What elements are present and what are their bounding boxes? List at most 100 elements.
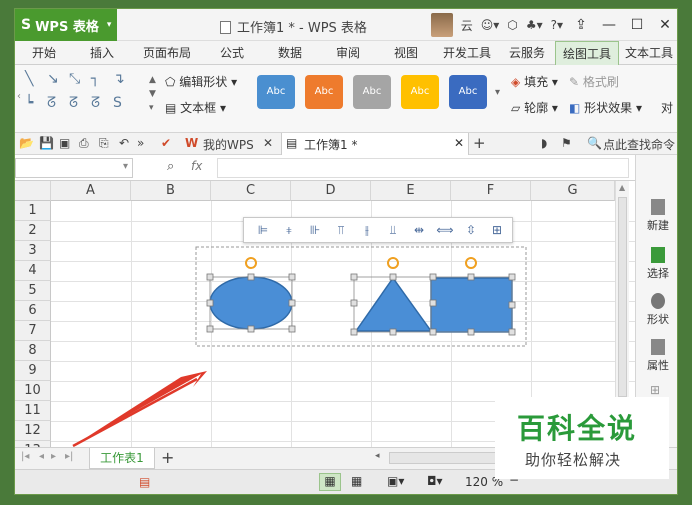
- align-top-icon[interactable]: ⫪: [328, 223, 354, 238]
- curved-double-icon[interactable]: ᘔ: [91, 95, 100, 111]
- tab-home[interactable]: 开始: [15, 41, 73, 65]
- curved-connector-icon[interactable]: ᘔ: [47, 95, 56, 111]
- shape-style-orange[interactable]: Abc: [305, 75, 343, 109]
- user-chevron-icon[interactable]: ☺▾: [481, 18, 500, 32]
- tab-page-layout[interactable]: 页面布局: [131, 41, 203, 65]
- gallery-scroll-icon[interactable]: ▲ ▼ ▾: [149, 73, 156, 115]
- shape-style-blue[interactable]: Abc: [257, 75, 295, 109]
- add-sheet-button[interactable]: +: [161, 448, 174, 467]
- skin-icon[interactable]: ⬡: [507, 18, 517, 32]
- save-icon[interactable]: 💾: [39, 136, 54, 150]
- shape-gallery[interactable]: ╲ ↘ ⤡ ┐ ↴ ┕ ᘔ ᘔ ᘔ S: [25, 71, 147, 127]
- tab-text-tools[interactable]: 文本工具: [619, 41, 677, 65]
- format-brush-button[interactable]: ✎ 格式刷: [569, 73, 619, 90]
- shape-effect-button[interactable]: ◧ 形状效果 ▾: [569, 99, 642, 116]
- curved-arrow-icon[interactable]: ᘔ: [69, 95, 78, 111]
- align-center-icon[interactable]: ⧧: [276, 223, 302, 238]
- text-box-button[interactable]: ▤ 文本框 ▾: [165, 99, 226, 116]
- freeform-icon[interactable]: S: [113, 95, 122, 111]
- shirt-icon[interactable]: ♣▾: [526, 18, 543, 32]
- shape-style-yellow[interactable]: Abc: [401, 75, 439, 109]
- page-break-view-button[interactable]: ▦: [351, 474, 362, 488]
- elbow-double-icon[interactable]: ┕: [25, 95, 33, 111]
- user-name[interactable]: 云: [461, 17, 473, 34]
- page-layout-view-button[interactable]: ▣▾: [387, 474, 404, 488]
- pin-icon[interactable]: ✔: [161, 136, 171, 150]
- panel-shape-button[interactable]: 形状: [636, 293, 677, 327]
- minimize-button[interactable]: —: [595, 17, 623, 33]
- tab-drawing-tools[interactable]: 绘图工具: [555, 41, 619, 65]
- group-icon[interactable]: ⊞: [484, 223, 510, 237]
- zoom-search-icon[interactable]: ⌕: [167, 159, 174, 174]
- panel-new-button[interactable]: 新建: [636, 199, 677, 233]
- tab-review[interactable]: 审阅: [319, 41, 377, 65]
- scroll-thumb[interactable]: [618, 197, 627, 397]
- sheet-tab-1[interactable]: 工作表1: [89, 448, 155, 469]
- help-icon[interactable]: ?▾: [551, 18, 563, 32]
- shape-style-dark-blue[interactable]: Abc: [449, 75, 487, 109]
- style-more-icon[interactable]: ▾: [495, 87, 500, 98]
- new-tab-button[interactable]: +: [473, 134, 486, 152]
- distribute-vertical-icon[interactable]: ⇳: [458, 223, 484, 237]
- normal-view-button[interactable]: ▦: [319, 473, 341, 491]
- panel-select-button[interactable]: 选择: [636, 247, 677, 281]
- save-as-icon[interactable]: ▣: [59, 136, 70, 150]
- flag-icon[interactable]: ⚑: [561, 136, 572, 150]
- align-left-icon[interactable]: ⊫: [250, 223, 276, 237]
- distribute-h-spacing-icon[interactable]: ⟺: [432, 223, 458, 237]
- close-doc-tab-icon[interactable]: ✕: [454, 136, 464, 150]
- doc-tab[interactable]: ▤ 工作簿1 * ✕: [281, 133, 469, 155]
- tab-cloud[interactable]: 云服务: [499, 41, 555, 65]
- h-scroll-left-icon[interactable]: ◂: [375, 451, 380, 461]
- wps-menu-button[interactable]: S WPS 表格 ▾: [15, 9, 117, 41]
- align-right-icon[interactable]: ⊪: [302, 223, 328, 237]
- ribbon-scroll-left-icon[interactable]: ‹: [17, 91, 21, 102]
- tab-insert[interactable]: 插入: [73, 41, 131, 65]
- align-bottom-icon[interactable]: ⫫: [380, 223, 406, 238]
- elbow-connector-icon[interactable]: ┐: [91, 71, 99, 87]
- panel-more-icon[interactable]: ⊞: [650, 383, 660, 397]
- align-middle-icon[interactable]: ⫲: [354, 223, 380, 238]
- avatar[interactable]: [430, 13, 453, 37]
- cloud-doc-icon[interactable]: ◗: [541, 136, 547, 150]
- name-box-chevron-icon[interactable]: ▾: [123, 161, 128, 172]
- find-command-input[interactable]: 点此查找命令: [603, 136, 675, 153]
- panel-property-button[interactable]: 属性: [636, 339, 677, 373]
- prev-sheet-icon[interactable]: ◂: [39, 451, 44, 462]
- outline-button[interactable]: ▱ 轮廓 ▾: [511, 99, 558, 116]
- triangle-shape[interactable]: [354, 276, 433, 332]
- name-box[interactable]: ▾: [15, 158, 133, 178]
- distribute-horizontal-icon[interactable]: ⇹: [406, 223, 432, 237]
- reading-mode-button[interactable]: ◘▾: [427, 474, 443, 488]
- more-icon[interactable]: »: [137, 136, 144, 150]
- upload-icon[interactable]: ⇪: [567, 17, 595, 33]
- align-button[interactable]: 对: [661, 99, 673, 116]
- tab-data[interactable]: 数据: [261, 41, 319, 65]
- arrow-line-icon[interactable]: ↘: [47, 71, 59, 87]
- print-icon[interactable]: ⎙: [79, 136, 89, 151]
- print-preview-icon[interactable]: ⎘: [99, 136, 109, 151]
- close-button[interactable]: ✕: [651, 17, 677, 33]
- ellipse-shape[interactable]: [209, 276, 293, 330]
- scroll-up-icon[interactable]: ▲: [619, 183, 625, 192]
- formula-input[interactable]: [217, 158, 629, 178]
- open-icon[interactable]: 📂: [19, 136, 34, 150]
- tab-view[interactable]: 视图: [377, 41, 435, 65]
- fx-button[interactable]: fx: [191, 159, 202, 173]
- double-arrow-icon[interactable]: ⤡: [69, 71, 80, 87]
- horizontal-scrollbar[interactable]: [389, 452, 499, 464]
- first-sheet-icon[interactable]: |◂: [21, 451, 29, 462]
- shape-style-gray[interactable]: Abc: [353, 75, 391, 109]
- search-icon[interactable]: 🔍: [587, 136, 602, 150]
- edit-shape-button[interactable]: ⬠ 编辑形状 ▾: [165, 73, 237, 90]
- line-icon[interactable]: ╲: [25, 71, 33, 87]
- next-sheet-icon[interactable]: ▸: [51, 451, 56, 462]
- undo-icon[interactable]: ↶: [119, 136, 129, 150]
- my-wps-tab[interactable]: 我的WPS: [203, 136, 254, 153]
- elbow-arrow-icon[interactable]: ↴: [113, 71, 125, 87]
- tab-developer[interactable]: 开发工具: [435, 41, 499, 65]
- maximize-button[interactable]: ☐: [623, 17, 651, 33]
- close-tab-icon[interactable]: ✕: [263, 136, 273, 150]
- rectangle-shape[interactable]: [430, 277, 513, 333]
- rotate-handles[interactable]: [245, 257, 477, 269]
